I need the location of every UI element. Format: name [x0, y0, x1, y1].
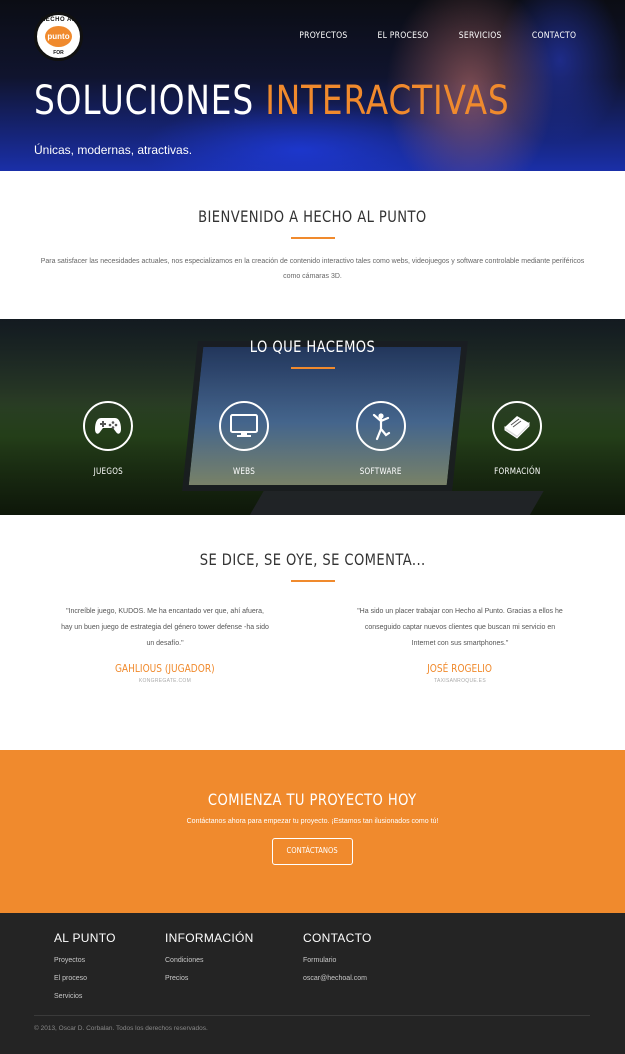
- nav-contacto[interactable]: CONTACTO: [532, 31, 576, 41]
- testimonial-author: JOSÉ ROGELIO: [427, 662, 493, 675]
- testimonial-list: "Increíble juego, KUDOS. Me ha encantado…: [0, 604, 625, 684]
- cta-section: COMIENZA TU PROYECTO HOY Contáctanos aho…: [0, 750, 625, 913]
- contact-button[interactable]: CONTÁCTANOS: [272, 838, 353, 865]
- nav-proyectos[interactable]: PROYECTOS: [299, 31, 347, 41]
- book-icon: [491, 401, 542, 451]
- service-list: JUEGOS WEBS SOFTWARE FORMACIÓN: [0, 401, 625, 479]
- title-divider: [290, 237, 335, 239]
- logo-core: punto: [45, 26, 72, 47]
- hero-tagline: Únicas, modernas, atractivas.: [34, 143, 193, 157]
- footer: AL PUNTO Proyectos El proceso Servicios …: [0, 913, 625, 1054]
- service-item-software[interactable]: SOFTWARE: [326, 401, 436, 479]
- logo[interactable]: HECHO AL punto FOR: [34, 12, 83, 61]
- logo-ring-bottom: FOR: [53, 50, 64, 56]
- welcome-title: BIENVENIDO A HECHO AL PUNTO: [198, 207, 427, 226]
- copyright: © 2013, Oscar D. Corbalan. Todos los der…: [34, 1025, 208, 1032]
- main-nav: PROYECTOS EL PROCESO SERVICIOS CONTACTO: [295, 31, 580, 41]
- testimonial-source: TAXISANROQUE.ES: [434, 678, 486, 684]
- footer-column-informacion: INFORMACIÓN Condiciones Precios: [165, 931, 303, 1006]
- footer-link-precios[interactable]: Precios: [165, 970, 303, 988]
- services-section: LO QUE HACEMOS JUEGOS WEBS SOFTWARE FORM…: [0, 319, 625, 515]
- service-label: FORMACIÓN: [493, 467, 541, 477]
- welcome-text: Para satisfacer las necesidades actuales…: [40, 258, 585, 280]
- footer-column-title: AL PUNTO: [54, 931, 116, 945]
- testimonials-section: SE DICE, SE OYE, SE COMENTA... "Increíbl…: [0, 515, 625, 750]
- logo-ring-top: HECHO AL: [40, 17, 77, 23]
- title-divider: [290, 580, 335, 582]
- footer-link-servicios[interactable]: Servicios: [54, 988, 165, 1006]
- title-divider: [290, 367, 335, 369]
- cta-text: Contáctanos ahora para empezar tu proyec…: [186, 818, 439, 825]
- footer-column-al-punto: AL PUNTO Proyectos El proceso Servicios: [54, 931, 165, 1006]
- testimonial-quote: "Ha sido un placer trabajar con Hecho al…: [357, 608, 563, 647]
- footer-link-condiciones[interactable]: Condiciones: [165, 952, 303, 970]
- nav-servicios[interactable]: SERVICIOS: [459, 31, 502, 41]
- service-item-formacion[interactable]: FORMACIÓN: [462, 401, 572, 479]
- contact-button-label: CONTÁCTANOS: [286, 846, 339, 855]
- service-label: SOFTWARE: [359, 467, 402, 477]
- footer-divider: [34, 1015, 590, 1016]
- testimonial-item: "Increíble juego, KUDOS. Me ha encantado…: [60, 604, 270, 684]
- dancer-icon: [355, 401, 406, 451]
- service-label: WEBS: [233, 467, 256, 477]
- footer-column-contacto: CONTACTO Formulario oscar@hechoal.com: [303, 931, 372, 1006]
- footer-link-email[interactable]: oscar@hechoal.com: [303, 970, 372, 988]
- service-item-webs[interactable]: WEBS: [189, 401, 299, 479]
- service-label: JUEGOS: [93, 467, 123, 477]
- testimonial-item: "Ha sido un placer trabajar con Hecho al…: [355, 604, 565, 684]
- hero-title-accent: INTERACTIVAS: [265, 78, 510, 124]
- hero-header: HECHO AL punto FOR PROYECTOS EL PROCESO …: [0, 0, 625, 171]
- monitor-icon: [219, 401, 270, 451]
- laptop-base-image: [246, 491, 544, 515]
- footer-column-title: INFORMACIÓN: [165, 931, 254, 945]
- gamepad-icon: [83, 401, 134, 451]
- testimonial-author: GAHLIOUS (JUGADOR): [115, 662, 215, 675]
- testimonials-title: SE DICE, SE OYE, SE COMENTA...: [199, 550, 426, 569]
- testimonial-source: KONGREGATE.COM: [138, 678, 192, 684]
- cta-title: COMIENZA TU PROYECTO HOY: [208, 790, 417, 809]
- hero-title: SOLUCIONES INTERACTIVAS: [34, 78, 510, 124]
- service-item-juegos[interactable]: JUEGOS: [53, 401, 163, 479]
- services-title: LO QUE HACEMOS: [249, 337, 376, 356]
- footer-link-formulario[interactable]: Formulario: [303, 952, 372, 970]
- footer-link-el-proceso[interactable]: El proceso: [54, 970, 165, 988]
- footer-link-proyectos[interactable]: Proyectos: [54, 952, 165, 970]
- hero-title-main: SOLUCIONES: [34, 78, 254, 124]
- footer-column-title: CONTACTO: [303, 931, 372, 945]
- welcome-section: BIENVENIDO A HECHO AL PUNTO Para satisfa…: [0, 171, 625, 319]
- nav-el-proceso[interactable]: EL PROCESO: [378, 31, 429, 41]
- testimonial-quote: "Increíble juego, KUDOS. Me ha encantado…: [61, 608, 269, 647]
